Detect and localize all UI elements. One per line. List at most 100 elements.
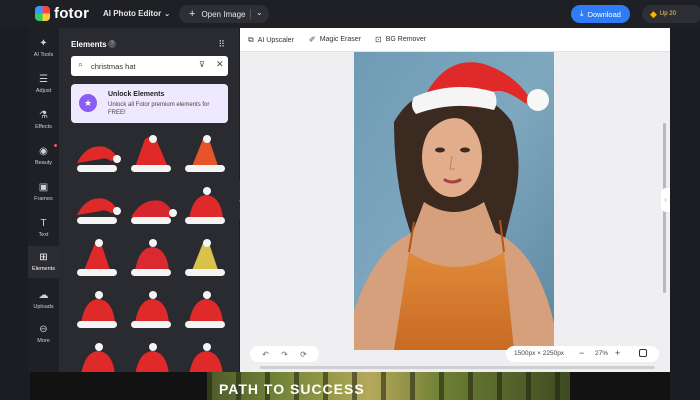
upgrade-label: Up 20 (659, 11, 676, 17)
rail-item-uploads[interactable]: ☁ Uploads (28, 284, 59, 316)
filter-icon[interactable]: ⊽ (199, 60, 205, 69)
history-controls: ↶ ↷ ⟳ (250, 346, 319, 362)
element-item[interactable] (125, 183, 177, 231)
unlock-title: Unlock Elements (108, 91, 165, 98)
grid-view-icon[interactable]: ⠿ (218, 39, 225, 50)
rail-label: Text (38, 232, 49, 238)
close-icon[interactable]: ✕ (216, 59, 224, 70)
search-input[interactable] (91, 59, 191, 73)
element-item[interactable] (179, 131, 231, 179)
element-item[interactable] (71, 183, 123, 231)
zoom-in-icon[interactable]: + (615, 348, 620, 358)
santa-hat-icon (77, 198, 121, 224)
rail-label: AI Tools (33, 52, 54, 58)
rail-item-text[interactable]: T Text (28, 212, 59, 244)
canvas-dimensions: 1500px × 2250px (514, 350, 565, 357)
canvas-area: ⧉ AI Upscaler ✐ Magic Eraser ⊡ BG Remove… (240, 28, 670, 372)
plus-icon: + (189, 8, 196, 20)
element-item[interactable] (179, 287, 231, 335)
history-icon[interactable]: ⟳ (300, 350, 307, 359)
element-item[interactable] (71, 235, 123, 283)
photo-canvas[interactable] (354, 52, 554, 350)
rail-label: Beauty (34, 160, 53, 166)
gem-icon: ◆ (650, 9, 657, 19)
rail-label: Effects (35, 124, 52, 130)
tool-rail: ✦ AI Tools ☰ Adjust ⚗ Effects ◉ Beauty ▣… (28, 28, 59, 372)
open-image-label: Open Image (201, 9, 246, 19)
top-bar: fotor AI Photo Editor ⌄ + Open Image ⌄ ⤓ … (0, 0, 700, 28)
santa-hat-icon (185, 135, 225, 172)
rail-label: More (37, 338, 50, 344)
element-item[interactable] (179, 235, 231, 283)
ai-upscaler-button[interactable]: ⧉ AI Upscaler (248, 35, 294, 45)
santa-hat-icon (185, 239, 225, 276)
open-image-button[interactable]: + Open Image ⌄ (179, 5, 269, 23)
upgrade-button[interactable]: ◆ Up 20 (642, 5, 700, 23)
element-item[interactable] (71, 287, 123, 335)
ai-photo-editor-menu[interactable]: AI Photo Editor ⌄ (103, 9, 170, 18)
info-icon[interactable]: ? (108, 40, 116, 48)
santa-hat-icon (77, 291, 117, 328)
logo[interactable]: fotor (35, 5, 89, 22)
shapes-icon: ⊞ (39, 252, 48, 263)
bg-remover-button[interactable]: ⊡ BG Remover (375, 35, 426, 44)
zoom-level[interactable]: 27% (595, 350, 608, 357)
rail-label: Uploads (33, 304, 54, 310)
unlock-elements-banner[interactable]: ★ Unlock Elements Unlock all Fotor premi… (71, 84, 228, 123)
divider (250, 9, 251, 19)
elements-panel: Elements ? ⠿ ⌕ ⊽ ✕ ★ Unlock Elements Unl… (59, 28, 299, 380)
rail-item-effects[interactable]: ⚗ Effects (28, 104, 59, 136)
crown-icon: ★ (79, 94, 97, 112)
panel-title: Elements (71, 40, 107, 49)
app: fotor AI Photo Editor ⌄ + Open Image ⌄ ⤓ … (0, 0, 700, 400)
flask-icon: ⚗ (39, 110, 48, 121)
undo-icon[interactable]: ↶ (262, 350, 269, 359)
magic-eraser-label: Magic Eraser (319, 36, 361, 43)
forest-image[interactable]: PATH TO SUCCESS (207, 372, 570, 400)
santa-hat-icon (131, 200, 177, 224)
chevron-down-icon[interactable]: ⌄ (256, 8, 263, 17)
download-label: Download (587, 9, 621, 19)
santa-hat-icon (131, 135, 171, 172)
download-button[interactable]: ⤓ Download (571, 5, 630, 23)
eye-icon: ◉ (39, 146, 48, 157)
element-item[interactable] (71, 131, 123, 179)
logo-icon (35, 6, 50, 21)
rail-item-elements[interactable]: ⊞ Elements (28, 246, 59, 278)
layers-panel-icon[interactable] (639, 349, 647, 357)
rail-item-adjust[interactable]: ☰ Adjust (28, 68, 59, 100)
rail-label: Adjust (35, 88, 52, 94)
chevron-right-icon: › (664, 196, 667, 204)
zoom-out-icon[interactable]: − (579, 348, 584, 358)
canvas-toolbar: ⧉ AI Upscaler ✐ Magic Eraser ⊡ BG Remove… (240, 28, 670, 52)
right-panel-toggle[interactable]: › (661, 188, 670, 212)
more-icon: ⊖ (39, 324, 48, 335)
zoom-controls: 1500px × 2250px − 27% + (506, 346, 659, 362)
search-box: ⌕ ⊽ ✕ (71, 56, 228, 76)
ai-upscaler-label: AI Upscaler (257, 36, 294, 44)
rail-item-ai-tools[interactable]: ✦ AI Tools (28, 32, 59, 64)
cloud-upload-icon: ☁ (38, 290, 49, 301)
frame-icon: ▣ (38, 182, 49, 193)
rail-item-beauty[interactable]: ◉ Beauty (28, 140, 59, 172)
text-icon: T (40, 218, 47, 229)
rail-item-frames[interactable]: ▣ Frames (28, 176, 59, 208)
element-item[interactable] (125, 235, 177, 283)
rail-item-more[interactable]: ⊖ More (28, 318, 59, 350)
banner-text: PATH TO SUCCESS (219, 381, 365, 397)
redo-icon[interactable]: ↷ (281, 350, 288, 359)
magic-eraser-button[interactable]: ✐ Magic Eraser (309, 35, 361, 44)
element-item[interactable] (125, 131, 177, 179)
eraser-icon: ✐ (309, 35, 316, 44)
horizontal-scrollbar[interactable] (260, 366, 655, 369)
santa-hat-icon (77, 146, 121, 172)
element-item[interactable] (125, 287, 177, 335)
chevron-down-icon: ⌄ (164, 11, 171, 18)
santa-hat-icon (131, 291, 171, 328)
search-icon: ⌕ (78, 59, 84, 69)
bottom-ad-banner: PATH TO SUCCESS (30, 372, 670, 400)
element-item[interactable] (179, 183, 231, 231)
santa-hat-icon (77, 239, 117, 276)
santa-hat-icon (185, 291, 225, 328)
santa-hat-icon (131, 239, 171, 276)
